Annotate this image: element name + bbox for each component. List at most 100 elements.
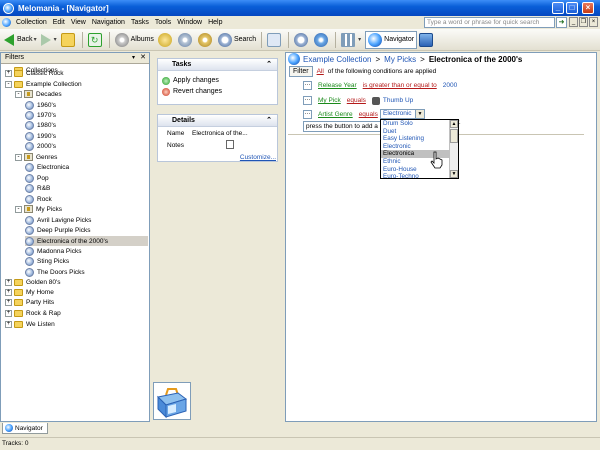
collapse-icon[interactable]: - bbox=[15, 90, 22, 98]
tree-item[interactable]: - Example Collection bbox=[5, 79, 82, 89]
tree-item[interactable]: + We Listen bbox=[5, 319, 55, 329]
condition-operator[interactable]: is greater than or equal to bbox=[363, 82, 437, 89]
condition-options-button[interactable]: … bbox=[303, 81, 312, 90]
tree-item[interactable]: 2000's bbox=[25, 141, 56, 151]
filter-button[interactable]: Filter bbox=[289, 66, 313, 77]
scroll-down-icon[interactable]: ▼ bbox=[450, 170, 458, 178]
collapse-icon[interactable]: - bbox=[15, 205, 22, 213]
genre-option[interactable]: Drum Solo bbox=[381, 120, 449, 128]
details-header[interactable]: Details ⌃ bbox=[158, 115, 277, 127]
notes-icon[interactable] bbox=[226, 139, 234, 149]
expand-icon[interactable]: + bbox=[5, 278, 12, 286]
collapse-chevron-icon[interactable]: ⌃ bbox=[266, 115, 272, 127]
genres-view-button[interactable] bbox=[176, 31, 196, 49]
tree-item[interactable]: + Rock & Rap bbox=[5, 308, 61, 318]
apply-changes-task[interactable]: Apply changes bbox=[158, 75, 277, 86]
expand-icon[interactable]: + bbox=[5, 288, 12, 296]
tree-item[interactable]: Deep Purple Picks bbox=[25, 225, 90, 235]
menu-navigation[interactable]: Navigation bbox=[89, 19, 128, 26]
years-view-button[interactable] bbox=[196, 31, 216, 49]
tree-item[interactable]: The Doors Picks bbox=[25, 267, 85, 277]
expand-icon[interactable]: + bbox=[5, 298, 12, 306]
collapse-icon[interactable]: - bbox=[5, 80, 12, 88]
menu-view[interactable]: View bbox=[68, 19, 89, 26]
tree-item[interactable]: Pop bbox=[25, 173, 49, 183]
genre-option[interactable]: Euro-Techno bbox=[381, 173, 449, 178]
quick-search-input[interactable]: Type a word or phrase for quick search bbox=[424, 17, 555, 28]
chevron-down-icon[interactable]: ▾ bbox=[358, 36, 361, 43]
menu-tasks[interactable]: Tasks bbox=[128, 19, 152, 26]
tree-item[interactable]: - Decades bbox=[15, 89, 62, 99]
scroll-thumb[interactable] bbox=[450, 129, 458, 143]
expand-icon[interactable]: + bbox=[5, 309, 12, 317]
albums-button[interactable]: Albums bbox=[113, 31, 156, 49]
chevron-down-icon[interactable]: ▼ bbox=[415, 110, 424, 118]
tree-item[interactable]: R&B bbox=[25, 183, 50, 193]
expand-icon[interactable]: + bbox=[5, 320, 12, 328]
tab-navigator[interactable]: Navigator bbox=[2, 423, 48, 434]
tree-item[interactable]: + My Home bbox=[5, 287, 54, 297]
tree-item[interactable]: 1980's bbox=[25, 120, 56, 130]
condition-field[interactable]: Artist Genre bbox=[318, 111, 353, 118]
maximize-button[interactable]: □ bbox=[566, 2, 578, 14]
condition-operator[interactable]: equals bbox=[347, 97, 366, 104]
menu-tools[interactable]: Tools bbox=[152, 19, 174, 26]
collapse-icon[interactable]: - bbox=[15, 153, 22, 161]
tree-item[interactable]: Electronica of the 2000's bbox=[25, 236, 148, 246]
mdi-close-button[interactable]: × bbox=[589, 17, 598, 27]
tree-item[interactable]: - My Picks bbox=[15, 204, 62, 214]
close-button[interactable]: × bbox=[582, 2, 594, 14]
condition-options-button[interactable]: … bbox=[303, 110, 312, 119]
tree-item[interactable]: + Party Hits bbox=[5, 297, 54, 307]
collapse-chevron-icon[interactable]: ⌃ bbox=[266, 59, 272, 71]
expand-icon[interactable]: + bbox=[5, 69, 12, 77]
breadcrumb-my-picks[interactable]: My Picks bbox=[384, 55, 416, 64]
condition-field[interactable]: My Pick bbox=[318, 97, 341, 104]
forward-button[interactable]: ▾ bbox=[39, 31, 59, 49]
breadcrumb-example-collection[interactable]: Example Collection bbox=[303, 55, 371, 64]
condition-options-button[interactable]: … bbox=[303, 96, 312, 105]
condition-operator[interactable]: equals bbox=[359, 111, 378, 118]
navigator-button[interactable]: Navigator bbox=[365, 30, 418, 49]
menu-help[interactable]: Help bbox=[205, 19, 225, 26]
pin-icon[interactable]: ▾ bbox=[132, 53, 135, 63]
tree-item[interactable]: 1970's bbox=[25, 110, 56, 120]
match-all-selector[interactable]: All bbox=[317, 68, 324, 75]
tree-item[interactable]: + Classic Rock bbox=[5, 68, 64, 78]
find-button[interactable] bbox=[292, 31, 312, 49]
minimize-button[interactable]: _ bbox=[552, 2, 564, 14]
tree-item[interactable]: Electronica bbox=[25, 162, 69, 172]
scroll-up-icon[interactable]: ▲ bbox=[450, 120, 458, 128]
menu-window[interactable]: Window bbox=[174, 19, 205, 26]
refresh-button[interactable]: ↻ bbox=[86, 31, 106, 49]
genre-select[interactable]: Electronic ▼ bbox=[380, 109, 425, 119]
player-button[interactable] bbox=[417, 31, 437, 49]
mdi-restore-button[interactable]: ❐ bbox=[579, 17, 588, 27]
menu-edit[interactable]: Edit bbox=[50, 19, 68, 26]
genre-option[interactable]: Duet bbox=[381, 128, 449, 136]
tasks-header[interactable]: Tasks ⌃ bbox=[158, 59, 277, 71]
condition-value[interactable]: Thumb Up bbox=[383, 97, 413, 104]
view-mode-button[interactable]: ▾ bbox=[339, 31, 363, 49]
back-button[interactable]: Back ▾ bbox=[2, 31, 39, 49]
close-icon[interactable]: ✕ bbox=[140, 53, 146, 63]
tree-item[interactable]: Madonna Picks bbox=[25, 246, 81, 256]
tree-item[interactable]: 1990's bbox=[25, 131, 56, 141]
genre-option[interactable]: Easy Listening bbox=[381, 135, 449, 143]
web-search-button[interactable] bbox=[312, 31, 332, 49]
add-condition-hint[interactable]: press the button to add a bbox=[303, 121, 383, 132]
menu-collection[interactable]: Collection bbox=[13, 19, 50, 26]
dropdown-scrollbar[interactable]: ▲ ▼ bbox=[449, 120, 458, 178]
genre-dropdown-list[interactable]: Drum Solo Duet Easy Listening Electronic Ele… bbox=[380, 119, 459, 179]
tree-item[interactable]: Rock bbox=[25, 194, 52, 204]
notes-cell[interactable] bbox=[192, 139, 278, 151]
copy-button[interactable] bbox=[265, 31, 285, 49]
app-menu-icon[interactable] bbox=[2, 18, 11, 27]
tree-item[interactable]: + Golden 80's bbox=[5, 277, 61, 287]
search-button[interactable]: Search bbox=[216, 31, 258, 49]
genre-option[interactable]: Electronic bbox=[381, 143, 449, 151]
tree-item[interactable]: Sting Picks bbox=[25, 256, 69, 266]
tree-item[interactable]: - Genres bbox=[15, 152, 57, 162]
customize-link[interactable]: Customize... bbox=[240, 154, 276, 161]
revert-changes-task[interactable]: Revert changes bbox=[158, 86, 277, 97]
